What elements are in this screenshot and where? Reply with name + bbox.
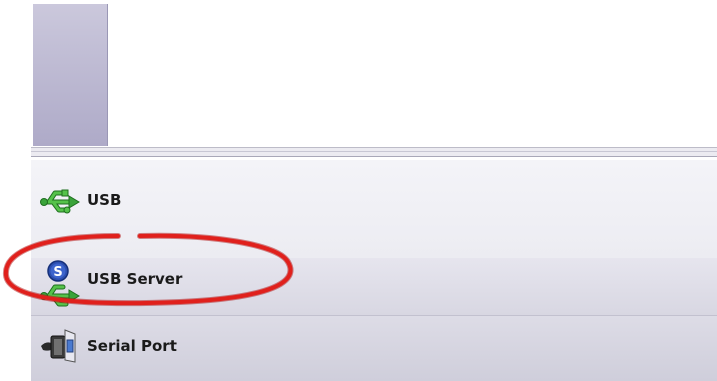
nav-item-usb[interactable]: USB (31, 160, 717, 258)
server-badge: S (53, 265, 62, 280)
nav-item-serial-port[interactable]: Serial Port (31, 315, 717, 381)
serial-port-icon (41, 329, 76, 363)
usb-icon (40, 189, 80, 214)
usb-server-icon: S (40, 260, 80, 307)
panel-splitter[interactable] (31, 147, 717, 157)
nav-item-label: USB Server (87, 270, 183, 288)
nav-item-label: USB (87, 191, 122, 209)
nav-item-label: Serial Port (87, 337, 177, 355)
left-panel-strip (33, 4, 108, 146)
nav-item-usb-server[interactable]: S USB Server (31, 258, 717, 315)
nav-list: USB S USB Server Serial Port (31, 160, 717, 381)
